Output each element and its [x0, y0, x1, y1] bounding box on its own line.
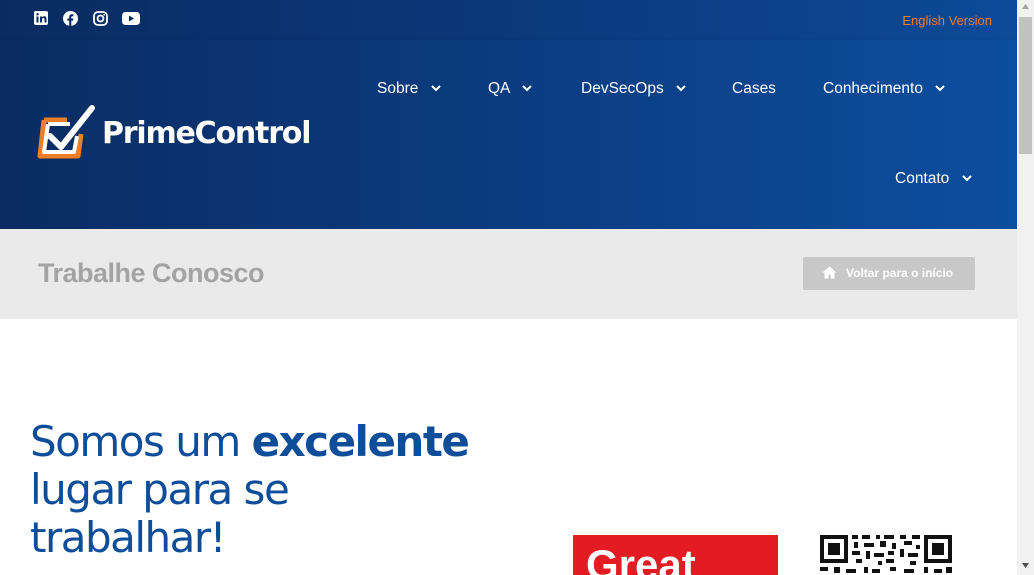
back-button-label: Voltar para o início	[846, 266, 954, 280]
page-title: Trabalhe Conosco	[38, 258, 265, 288]
nav-cases[interactable]: Cases	[732, 80, 776, 98]
nav-conhecimento[interactable]: Conhecimento	[823, 80, 945, 98]
headline-part-2: lugar para se	[30, 465, 290, 514]
chevron-down-icon	[935, 85, 945, 92]
scrollbar-thumb[interactable]	[1019, 17, 1032, 154]
headline-part-1: Somos um	[30, 417, 252, 466]
nav-qa[interactable]: QA	[488, 80, 532, 98]
nav-sobre[interactable]: Sobre	[377, 80, 441, 98]
back-to-home-button[interactable]: Voltar para o início	[803, 257, 975, 290]
top-bar: English Version	[0, 0, 1017, 40]
scroll-up-arrow-icon[interactable]	[1022, 4, 1029, 9]
linkedin-icon[interactable]	[34, 11, 48, 25]
instagram-icon[interactable]	[93, 11, 108, 26]
headline-bold: excelente	[251, 417, 470, 466]
nav-contato[interactable]: Contato	[895, 170, 972, 188]
nav-label: Sobre	[377, 80, 419, 97]
english-version-link[interactable]: English Version	[902, 13, 992, 28]
page-title-bar: Trabalhe Conosco Voltar para o início	[0, 229, 1017, 319]
chevron-down-icon	[522, 85, 532, 92]
facebook-icon[interactable]	[63, 11, 78, 26]
nav-label: QA	[488, 80, 510, 97]
badge-text: Great	[586, 541, 696, 575]
chevron-down-icon	[676, 85, 686, 92]
site-header: PrimeControl Sobre QA DevSecOps Cases Co…	[0, 40, 1017, 229]
great-place-to-work-badge: Great	[573, 535, 778, 575]
chevron-down-icon	[961, 175, 972, 182]
primecontrol-logo[interactable]: PrimeControl	[34, 102, 311, 168]
checkbox-logo-icon	[37, 105, 95, 159]
hero-headline: Somos um excelente lugar para se trabalh…	[30, 417, 470, 562]
home-icon	[822, 266, 837, 279]
vertical-scrollbar[interactable]	[1017, 0, 1034, 575]
nav-label: DevSecOps	[581, 80, 664, 97]
chevron-down-icon	[430, 85, 441, 92]
headline-part-3: trabalhar!	[30, 513, 227, 562]
nav-label: Cases	[732, 80, 776, 97]
qr-code-icon	[820, 535, 952, 573]
scroll-down-arrow-icon[interactable]	[1022, 563, 1029, 568]
nav-devsecops[interactable]: DevSecOps	[581, 80, 686, 98]
nav-label: Contato	[895, 170, 950, 187]
youtube-icon[interactable]	[122, 12, 140, 25]
nav-label: Conhecimento	[823, 80, 923, 97]
logo-text: PrimeControl	[102, 116, 311, 151]
